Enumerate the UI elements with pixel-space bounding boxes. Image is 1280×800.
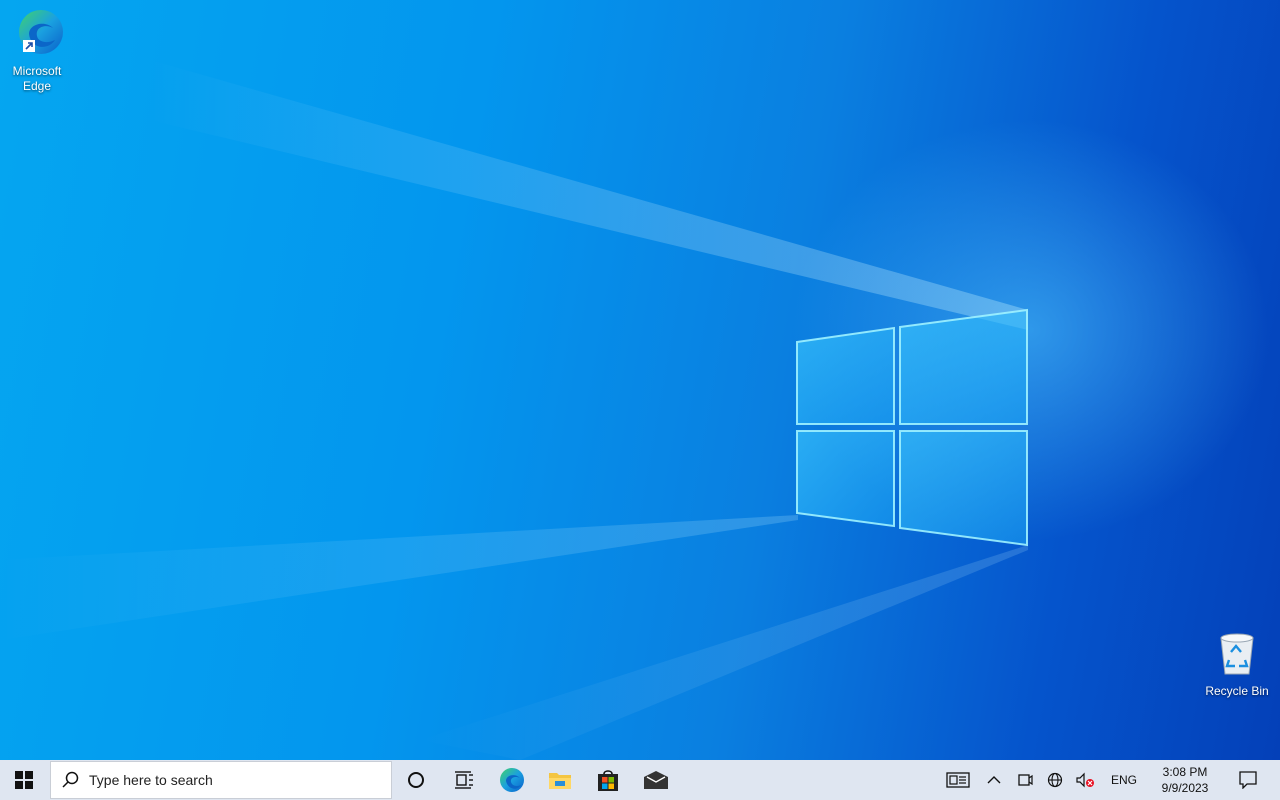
mail-button[interactable] (632, 760, 680, 800)
file-explorer-button[interactable] (536, 760, 584, 800)
input-language-indicator[interactable]: ENG (1102, 760, 1146, 800)
search-input[interactable]: Type here to search (50, 761, 392, 799)
cortana-icon (408, 772, 424, 788)
system-tray: ENG 3:08 PM 9/9/2023 (938, 760, 1280, 800)
desktop-icon-recycle-bin[interactable]: Recycle Bin (1200, 632, 1274, 699)
windows-logo-icon (15, 771, 33, 789)
cortana-button[interactable] (392, 760, 440, 800)
network-icon (1047, 772, 1063, 788)
wallpaper (0, 60, 1028, 760)
meet-now-button[interactable] (1010, 760, 1040, 800)
taskbar-edge-button[interactable] (488, 760, 536, 800)
chevron-up-icon (987, 776, 1001, 784)
file-explorer-icon (549, 773, 571, 789)
volume-muted-icon (1076, 772, 1094, 788)
clock[interactable]: 3:08 PM 9/9/2023 (1146, 760, 1224, 800)
action-center-button[interactable] (1224, 760, 1272, 800)
news-button[interactable] (938, 760, 978, 800)
show-hidden-icons-button[interactable] (978, 760, 1010, 800)
edge-icon-label: Microsoft Edge (12, 64, 62, 93)
microsoft-store-icon (598, 770, 618, 791)
taskbar: Type here to search ENG 3:08 PM 9/9/2023 (0, 760, 1280, 800)
recycle-bin-icon (1220, 633, 1254, 675)
volume-button[interactable] (1070, 760, 1102, 800)
desktop[interactable]: Microsoft Edge Recycle Bin (0, 0, 1280, 760)
news-icon (946, 772, 970, 788)
meet-now-icon (1018, 774, 1033, 786)
search-placeholder: Type here to search (89, 772, 213, 788)
network-button[interactable] (1040, 760, 1070, 800)
edge-icon (500, 768, 524, 792)
desktop-icon-edge[interactable]: Microsoft Edge (0, 6, 74, 94)
task-view-button[interactable] (440, 760, 488, 800)
windows-wallpaper-logo (796, 308, 1028, 547)
action-center-icon (1239, 771, 1257, 789)
clock-date: 9/9/2023 (1161, 781, 1209, 795)
microsoft-store-button[interactable] (584, 760, 632, 800)
search-icon (51, 771, 89, 789)
clock-time: 3:08 PM (1162, 765, 1208, 779)
task-view-icon (455, 771, 473, 789)
recycle-bin-label: Recycle Bin (1205, 684, 1269, 698)
edge-icon (19, 10, 63, 54)
mail-icon (644, 771, 668, 789)
start-button[interactable] (0, 760, 48, 800)
show-desktop-button[interactable] (1272, 760, 1280, 800)
